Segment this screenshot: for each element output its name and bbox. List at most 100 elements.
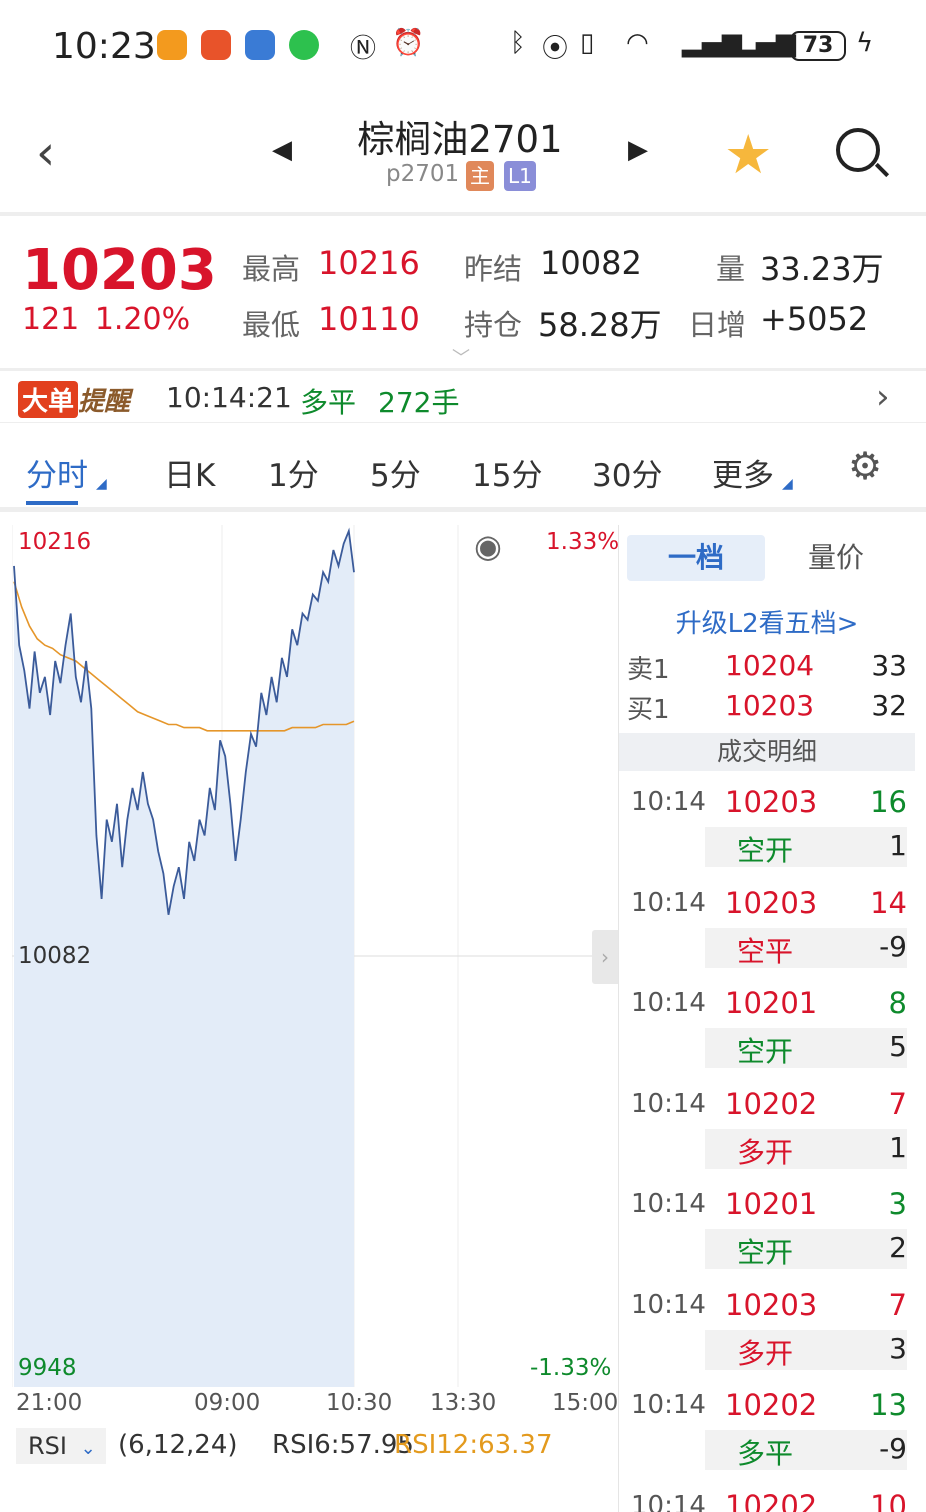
big-order-badge-label: 大单 <box>18 381 79 418</box>
trade-quantity: 16 <box>870 785 907 819</box>
signal-icon: ▂▄▆ <box>682 28 742 58</box>
prev-settle-label: 昨结 <box>464 252 523 286</box>
order-book-panel: 一档 量价 升级L2看五档> 卖1 10204 33 买1 10203 32 成… <box>618 525 915 1512</box>
wechat-icon <box>289 30 319 60</box>
search-icon[interactable] <box>836 128 880 172</box>
level-tag: L1 <box>504 161 536 191</box>
signal-icon: ▂▄▆ <box>736 28 796 58</box>
big-order-badge: 大单 提醒 <box>18 381 130 418</box>
trade-type-band <box>705 1229 907 1269</box>
trade-price: 10201 <box>725 1187 818 1221</box>
open-interest-change: 3 <box>889 1331 907 1365</box>
big-order-alert[interactable]: 大单 提醒 10:14:21 多平 272手 › <box>0 368 926 423</box>
rsi6-value: RSI6:57.95 <box>272 1430 414 1460</box>
trade-time: 10:14 <box>631 988 706 1018</box>
y-axis-low: 9948 <box>18 1355 77 1381</box>
tab-30min[interactable]: 30分 <box>592 450 662 495</box>
trade-row: 10:14 10203 16 空开 1 <box>619 775 915 875</box>
tab-more[interactable]: 更多 <box>712 450 774 495</box>
tab-15min[interactable]: 15分 <box>472 450 542 495</box>
instrument-title: 棕榈油2701 <box>357 118 563 161</box>
trade-price: 10203 <box>725 1287 818 1322</box>
open-interest-change: 1 <box>889 829 907 862</box>
main-contract-tag: 主 <box>466 161 494 191</box>
trade-type: 多开 <box>737 1135 794 1169</box>
tab-5min[interactable]: 5分 <box>370 450 421 495</box>
tab-level-1[interactable]: 一档 <box>627 535 765 581</box>
trade-quantity: 13 <box>870 1388 907 1422</box>
trade-price: 10203 <box>725 785 818 819</box>
change-value: 121 <box>22 302 80 337</box>
indicator-select[interactable]: RSI ⌄ <box>16 1428 106 1464</box>
instrument-header: ‹ ◀ 棕榈油2701 p2701 主 L1 ▶ ★ <box>0 95 926 210</box>
intraday-dropdown-icon[interactable]: ◢ <box>96 476 107 492</box>
gear-icon[interactable]: ⚙ <box>848 444 882 488</box>
trade-quantity: 7 <box>888 1086 907 1121</box>
wallet-app-icon <box>157 30 187 60</box>
quote-panel: 10203 121 1.20% 最高 10216 最低 10110 昨结 100… <box>0 212 926 370</box>
daily-increase-label: 日增 <box>688 308 747 342</box>
ask-price: 10204 <box>725 649 815 682</box>
trade-time: 10:14 <box>631 1088 706 1119</box>
open-interest-change: 5 <box>889 1030 907 1063</box>
trade-type-band <box>705 1430 907 1470</box>
previous-contract-icon[interactable]: ◀ <box>272 135 292 165</box>
tab-intraday[interactable]: 分时 <box>26 450 88 505</box>
more-dropdown-icon[interactable]: ◢ <box>782 476 793 492</box>
expand-chevron-icon[interactable]: ﹀ <box>452 344 470 370</box>
tab-volume-price[interactable]: 量价 <box>767 535 905 581</box>
open-interest-label: 持仓 <box>464 308 523 342</box>
trade-type: 空开 <box>737 834 794 867</box>
ask-label: 卖1 <box>627 655 670 685</box>
volume-label: 量 <box>716 252 746 286</box>
trade-type: 多开 <box>737 1336 794 1370</box>
ask-row: 卖1 10204 33 <box>619 649 915 689</box>
trade-type-band <box>705 1028 907 1068</box>
tab-1min[interactable]: 1分 <box>268 450 319 495</box>
trade-type: 空开 <box>737 1035 794 1068</box>
back-icon[interactable]: ‹ <box>36 125 55 181</box>
trade-type: 多平 <box>737 1437 794 1470</box>
eye-icon[interactable]: ◉ <box>474 527 502 565</box>
indicator-panel: RSI ⌄ (6,12,24) RSI6:57.95 RSI12:63.37 <box>12 1426 616 1512</box>
ask-volume: 33 <box>871 649 907 682</box>
trade-price: 10201 <box>725 986 818 1020</box>
big-order-quantity: 272手 <box>378 386 460 419</box>
trade-details-title: 成交明细 <box>619 733 915 771</box>
intraday-chart[interactable]: 10216 10082 9948 1.33% -1.33% ◉ <box>12 525 620 1387</box>
pct-axis-low: -1.33% <box>530 1355 612 1381</box>
status-clock: 10:23 <box>52 26 156 67</box>
daily-increase-value: +5052 <box>760 300 869 338</box>
trade-row: 10:14 10202 10 <box>619 1479 915 1512</box>
high-label: 最高 <box>242 252 301 286</box>
open-interest-change: -9 <box>879 929 907 963</box>
tab-daily-k[interactable]: 日K <box>164 450 215 495</box>
trade-quantity: 7 <box>888 1287 907 1322</box>
last-price: 10203 <box>22 238 217 303</box>
nfc-icon: Ⓝ <box>350 34 377 64</box>
trade-type-band <box>705 1329 907 1370</box>
pct-axis-high: 1.33% <box>546 529 620 555</box>
chevron-right-icon[interactable]: › <box>876 377 890 417</box>
trade-time: 10:14 <box>631 1390 706 1420</box>
upgrade-l2-link[interactable]: 升级L2看五档> <box>619 603 915 640</box>
trade-type-band <box>705 827 907 867</box>
next-contract-icon[interactable]: ▶ <box>628 135 648 165</box>
trade-type-band <box>705 927 907 968</box>
status-bar: 10:23 Ⓝ ⏰ ᛒ ⦿ ▯ ◠ ▂▄▆ ▂▄▆ 73 ϟ <box>0 0 926 95</box>
bid-price: 10203 <box>725 689 815 722</box>
trade-type: 空平 <box>737 934 794 968</box>
flower-app-icon <box>201 30 231 60</box>
trade-time: 10:14 <box>631 1490 706 1512</box>
low-value: 10110 <box>318 300 420 338</box>
trade-row: 10:14 10202 13 多平 -9 <box>619 1378 915 1478</box>
trade-time: 10:14 <box>631 887 706 918</box>
time-label: 15:00 <box>552 1390 619 1416</box>
contract-code: p2701 <box>386 161 460 187</box>
y-axis-reference: 10082 <box>18 943 92 969</box>
big-order-direction: 多平 <box>300 386 357 419</box>
trade-row: 10:14 10203 14 空平 -9 <box>619 876 915 976</box>
favorite-star-icon[interactable]: ★ <box>724 123 772 186</box>
chevron-down-icon: ⌄ <box>80 1438 96 1459</box>
panel-toggle-chevron-icon[interactable]: › <box>592 930 618 984</box>
